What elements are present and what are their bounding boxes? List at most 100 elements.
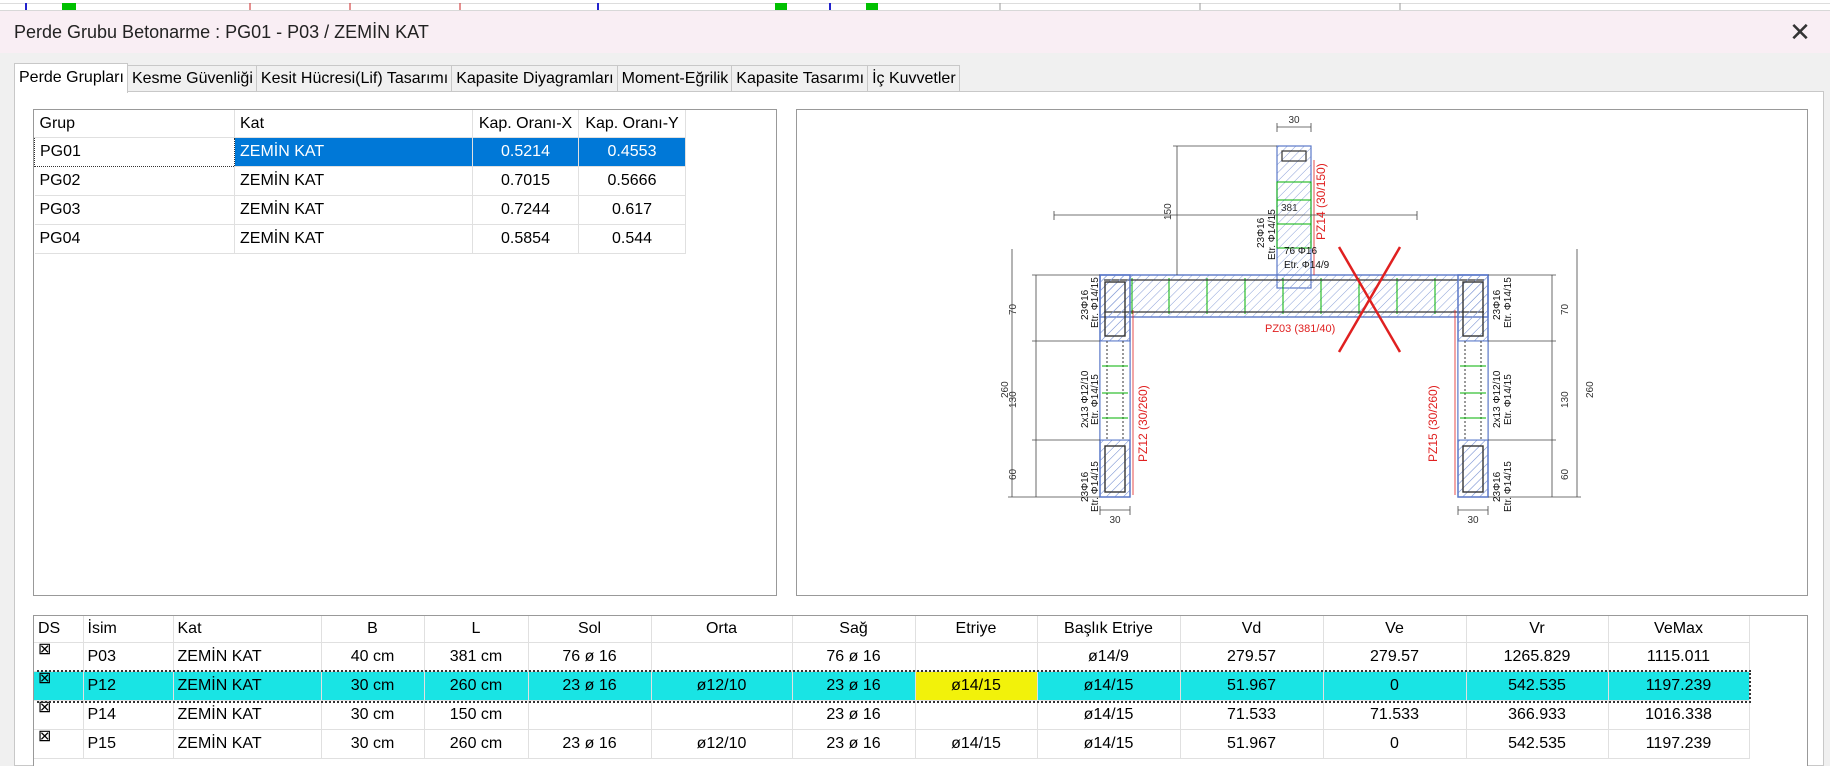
- cell-sag[interactable]: 23 ø 16: [792, 671, 916, 701]
- cell-kat[interactable]: ZEMİN KAT: [234, 166, 473, 196]
- header-kat[interactable]: Kat: [234, 110, 473, 138]
- cell-vd[interactable]: 71.533: [1180, 700, 1324, 730]
- cell-kat[interactable]: ZEMİN KAT: [234, 137, 473, 167]
- tab-kesit-hucresi[interactable]: Kesit Hücresi(Lif) Tasarımı: [255, 65, 453, 92]
- cell-sol[interactable]: 76 ø 16: [528, 642, 652, 672]
- cell-orta[interactable]: ø12/10: [651, 671, 793, 701]
- cell-vemax[interactable]: 1197.239: [1608, 671, 1750, 701]
- header-baslik-etriye[interactable]: Başlık Etriye: [1037, 616, 1181, 643]
- cell-baslik-etriye[interactable]: ø14/15: [1037, 700, 1181, 730]
- cell-kat[interactable]: ZEMİN KAT: [173, 729, 322, 759]
- header-ve[interactable]: Ve: [1323, 616, 1467, 643]
- cell-vr[interactable]: 542.535: [1466, 729, 1609, 759]
- tab-kesme-guvenligi[interactable]: Kesme Güvenliği: [126, 65, 257, 92]
- piers-grid[interactable]: DS İsim Kat B L Sol Orta Sağ Etriye Başl…: [33, 615, 1808, 766]
- pier-row-p15[interactable]: ⊠ P15 ZEMİN KAT 30 cm 260 cm 23 ø 16 ø12…: [34, 729, 1750, 759]
- cell-b[interactable]: 30 cm: [321, 729, 425, 759]
- header-b[interactable]: B: [321, 616, 425, 643]
- close-button[interactable]: ✕: [1770, 11, 1830, 53]
- pier-row-p03[interactable]: ⊠ P03 ZEMİN KAT 40 cm 381 cm 76 ø 16 76 …: [34, 642, 1750, 672]
- cell-isim[interactable]: P14: [83, 700, 174, 730]
- cell-kap-y[interactable]: 0.4553: [578, 137, 686, 167]
- cell-kat[interactable]: ZEMİN KAT: [234, 195, 473, 225]
- cell-kap-x[interactable]: 0.7244: [472, 195, 579, 225]
- header-kat[interactable]: Kat: [173, 616, 322, 643]
- cell-isim[interactable]: P12: [83, 671, 174, 701]
- cell-b[interactable]: 40 cm: [321, 642, 425, 672]
- cell-orta[interactable]: ø12/10: [651, 729, 793, 759]
- header-ds[interactable]: DS: [34, 616, 84, 643]
- cell-l[interactable]: 381 cm: [424, 642, 529, 672]
- cell-vemax[interactable]: 1115.011: [1608, 642, 1750, 672]
- cell-vr[interactable]: 542.535: [1466, 671, 1609, 701]
- cell-l[interactable]: 260 cm: [424, 729, 529, 759]
- tab-kapasite-diyagramlari[interactable]: Kapasite Diyagramları: [451, 65, 618, 92]
- cell-sol[interactable]: 23 ø 16: [528, 671, 652, 701]
- cell-ve[interactable]: 71.533: [1323, 700, 1467, 730]
- group-row-pg02[interactable]: PG02 ZEMİN KAT 0.7015 0.5666: [34, 166, 686, 196]
- cell-isim[interactable]: P15: [83, 729, 174, 759]
- header-grup[interactable]: Grup: [34, 110, 235, 138]
- cell-kap-x[interactable]: 0.7015: [472, 166, 579, 196]
- cell-isim[interactable]: P03: [83, 642, 174, 672]
- header-vd[interactable]: Vd: [1180, 616, 1324, 643]
- cell-kat[interactable]: ZEMİN KAT: [173, 671, 322, 701]
- cell-l[interactable]: 260 cm: [424, 671, 529, 701]
- cell-ve[interactable]: 0: [1323, 729, 1467, 759]
- cell-etriye[interactable]: ø14/15: [915, 729, 1038, 759]
- cell-kap-y[interactable]: 0.5666: [578, 166, 686, 196]
- cell-etriye[interactable]: ø14/15: [915, 671, 1038, 701]
- cell-grup[interactable]: PG03: [34, 195, 235, 225]
- cell-orta[interactable]: [651, 642, 793, 672]
- group-row-pg01[interactable]: PG01 ZEMİN KAT 0.5214 0.4553: [34, 137, 686, 167]
- cell-b[interactable]: 30 cm: [321, 671, 425, 701]
- cell-vd[interactable]: 51.967: [1180, 729, 1324, 759]
- tab-kapasite-tasarimi[interactable]: Kapasite Tasarımı: [731, 65, 869, 92]
- cell-l[interactable]: 150 cm: [424, 700, 529, 730]
- tab-ic-kuvvetler[interactable]: İç Kuvvetler: [867, 65, 960, 92]
- cell-sag[interactable]: 76 ø 16: [792, 642, 916, 672]
- cell-grup[interactable]: PG02: [34, 166, 235, 196]
- cell-sol[interactable]: 23 ø 16: [528, 729, 652, 759]
- cell-baslik-etriye[interactable]: ø14/15: [1037, 729, 1181, 759]
- ds-checkbox-icon[interactable]: ⊠: [34, 700, 84, 730]
- cell-kap-y[interactable]: 0.617: [578, 195, 686, 225]
- cell-orta[interactable]: [651, 700, 793, 730]
- cell-ve[interactable]: 0: [1323, 671, 1467, 701]
- pier-row-p12[interactable]: ⊠ P12 ZEMİN KAT 30 cm 260 cm 23 ø 16 ø12…: [34, 669, 1751, 703]
- header-kap-orani-y[interactable]: Kap. Oranı-Y: [578, 110, 686, 138]
- ds-checkbox-icon[interactable]: ⊠: [34, 729, 84, 759]
- cell-kat[interactable]: ZEMİN KAT: [234, 224, 473, 254]
- ds-checkbox-icon[interactable]: ⊠: [34, 671, 84, 701]
- header-kap-orani-x[interactable]: Kap. Oranı-X: [472, 110, 579, 138]
- cell-kap-y[interactable]: 0.544: [578, 224, 686, 254]
- group-row-pg04[interactable]: PG04 ZEMİN KAT 0.5854 0.544: [34, 224, 686, 254]
- cell-baslik-etriye[interactable]: ø14/9: [1037, 642, 1181, 672]
- cell-vemax[interactable]: 1197.239: [1608, 729, 1750, 759]
- cell-etriye[interactable]: [915, 700, 1038, 730]
- cell-sol[interactable]: [528, 700, 652, 730]
- cell-etriye[interactable]: [915, 642, 1038, 672]
- cell-vemax[interactable]: 1016.338: [1608, 700, 1750, 730]
- header-orta[interactable]: Orta: [651, 616, 793, 643]
- cell-grup[interactable]: PG01: [34, 137, 235, 167]
- group-row-pg03[interactable]: PG03 ZEMİN KAT 0.7244 0.617: [34, 195, 686, 225]
- cell-ve[interactable]: 279.57: [1323, 642, 1467, 672]
- tab-moment-egrilik[interactable]: Moment-Eğrilik: [616, 65, 733, 92]
- cell-grup[interactable]: PG04: [34, 224, 235, 254]
- cell-vr[interactable]: 1265.829: [1466, 642, 1609, 672]
- cell-sag[interactable]: 23 ø 16: [792, 700, 916, 730]
- header-sag[interactable]: Sağ: [792, 616, 916, 643]
- header-vemax[interactable]: VeMax: [1608, 616, 1750, 643]
- groups-grid[interactable]: Grup Kat Kap. Oranı-X Kap. Oranı-Y PG01 …: [33, 109, 777, 596]
- section-drawing-panel[interactable]: 30 150 381 70 130 260 60 30 30 70 130 26…: [796, 109, 1808, 596]
- cell-sag[interactable]: 23 ø 16: [792, 729, 916, 759]
- cell-kap-x[interactable]: 0.5854: [472, 224, 579, 254]
- pier-row-p14[interactable]: ⊠ P14 ZEMİN KAT 30 cm 150 cm 23 ø 16 ø14…: [34, 700, 1750, 730]
- tab-perde-gruplari[interactable]: Perde Grupları: [14, 63, 128, 93]
- cell-kat[interactable]: ZEMİN KAT: [173, 700, 322, 730]
- cell-vd[interactable]: 279.57: [1180, 642, 1324, 672]
- header-isim[interactable]: İsim: [83, 616, 174, 643]
- header-l[interactable]: L: [424, 616, 529, 643]
- cell-kap-x[interactable]: 0.5214: [472, 137, 579, 167]
